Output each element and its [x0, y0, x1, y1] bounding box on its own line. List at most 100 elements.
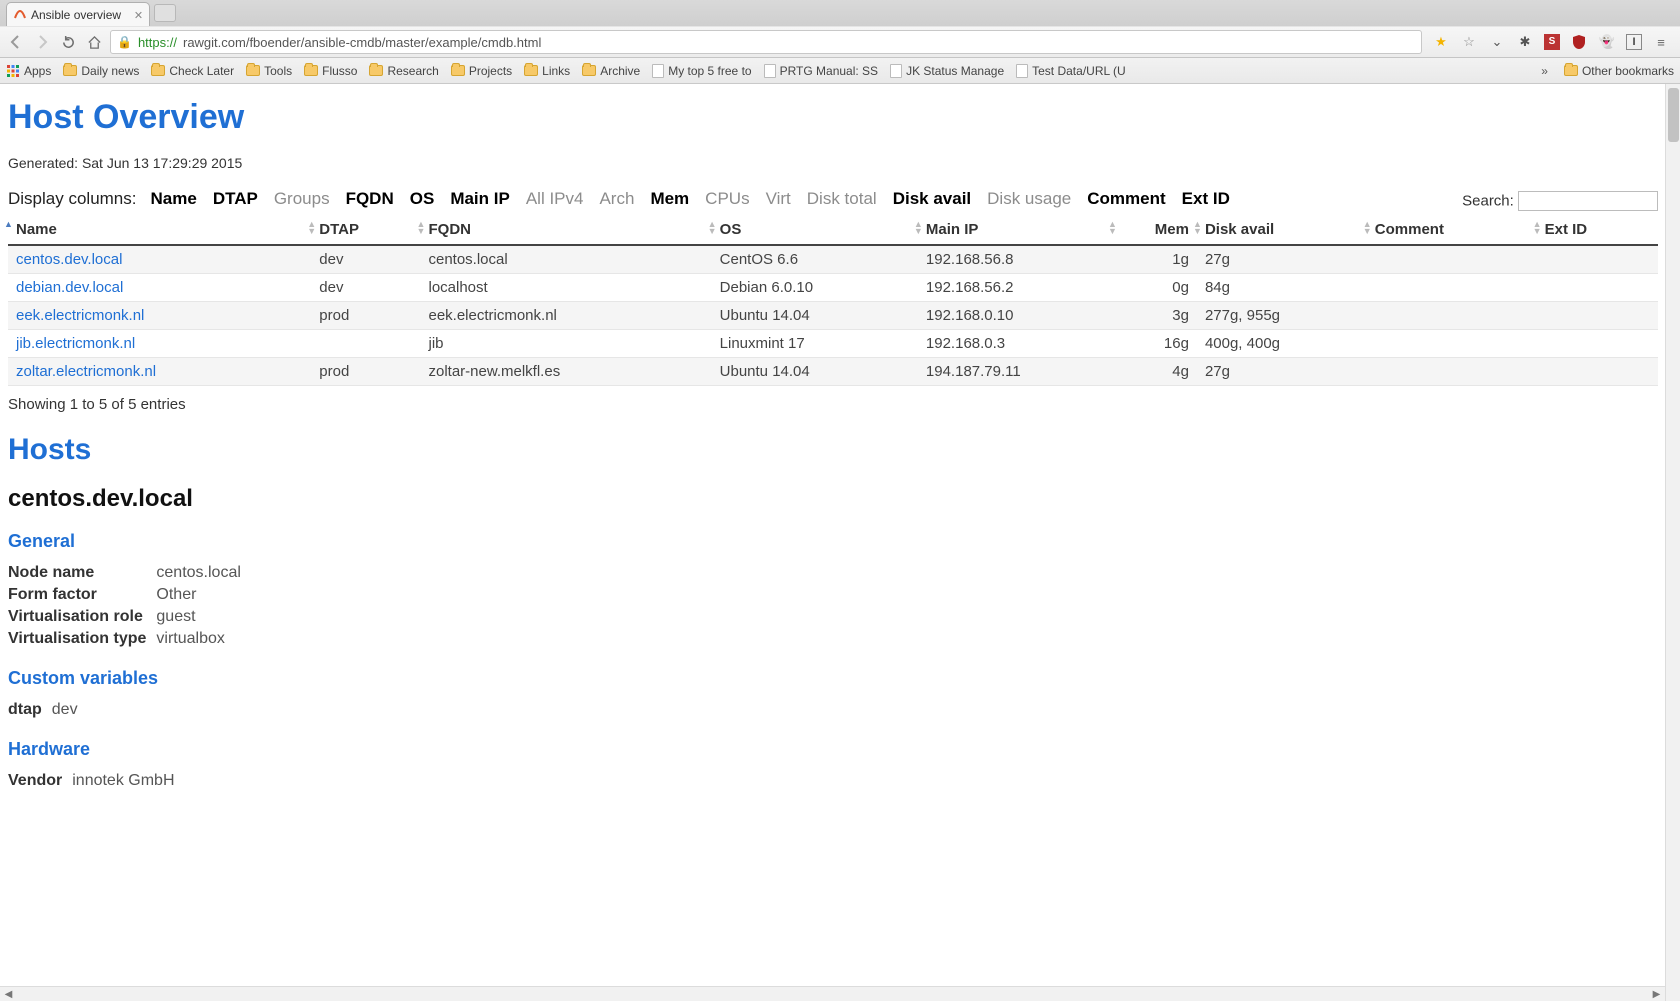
ext-bookmark-icon[interactable]: ☆	[1460, 33, 1478, 51]
ext-identity-icon[interactable]: I	[1626, 34, 1642, 50]
bookmark-item[interactable]: JK Status Manage	[890, 64, 1004, 78]
vertical-scrollbar-thumb[interactable]	[1668, 88, 1679, 142]
ext-settings-icon[interactable]: ✱	[1516, 33, 1534, 51]
th-mainip-label: Main IP	[926, 221, 979, 238]
th-mem[interactable]: ▲▼Mem	[1112, 215, 1197, 245]
kv-key: Form factor	[8, 584, 156, 606]
column-toggle-mainip[interactable]: Main IP	[450, 189, 510, 209]
address-bar[interactable]: 🔒 https://rawgit.com/fboender/ansible-cm…	[110, 30, 1422, 54]
column-toggle-arch[interactable]: Arch	[599, 189, 634, 209]
bookmark-label: Check Later	[169, 64, 234, 78]
search-input[interactable]	[1518, 191, 1658, 211]
folder-icon	[151, 65, 165, 76]
table-row: jib.electricmonk.nljibLinuxmint 17192.16…	[8, 330, 1658, 358]
cell-diskavail: 277g, 955g	[1197, 302, 1367, 330]
home-button[interactable]	[84, 32, 104, 52]
table-entries-info: Showing 1 to 5 of 5 entries	[8, 396, 1658, 413]
other-bookmarks-label: Other bookmarks	[1582, 64, 1674, 78]
hscroll-right-icon[interactable]: ▶	[1650, 988, 1663, 1001]
th-fqdn[interactable]: ▲▼FQDN	[420, 215, 711, 245]
ext-scriptsafe-icon[interactable]: S	[1544, 34, 1560, 50]
column-toggle-diskusage[interactable]: Disk usage	[987, 189, 1071, 209]
tab-favicon-icon	[13, 8, 27, 22]
table-row: debian.dev.localdevlocalhostDebian 6.0.1…	[8, 274, 1658, 302]
th-mainip[interactable]: ▲▼Main IP	[918, 215, 1112, 245]
bookmark-item[interactable]: Research	[369, 64, 438, 78]
column-toggle-comment[interactable]: Comment	[1087, 189, 1165, 209]
apps-button[interactable]: Apps	[6, 64, 51, 78]
horizontal-scrollbar[interactable]: ◀ ▶	[0, 986, 1665, 1001]
th-diskavail[interactable]: ▲▼Disk avail	[1197, 215, 1367, 245]
th-extid[interactable]: ▲▼Ext ID	[1537, 215, 1658, 245]
bookmark-label: Links	[542, 64, 570, 78]
chrome-menu-icon[interactable]: ≡	[1652, 33, 1670, 51]
kv-row: Form factorOther	[8, 584, 247, 606]
host-link[interactable]: jib.electricmonk.nl	[16, 335, 135, 352]
ext-pocket-icon[interactable]: ⌄	[1488, 33, 1506, 51]
reload-button[interactable]	[58, 32, 78, 52]
host-detail-title: centos.dev.local	[8, 485, 1672, 513]
cell-diskavail: 27g	[1197, 358, 1367, 386]
bookmark-item[interactable]: Archive	[582, 64, 640, 78]
cell-name: zoltar.electricmonk.nl	[8, 358, 311, 386]
bookmark-item[interactable]: Flusso	[304, 64, 357, 78]
hscroll-left-icon[interactable]: ◀	[2, 988, 15, 1001]
column-toggle-allipv4[interactable]: All IPv4	[526, 189, 584, 209]
cell-name: debian.dev.local	[8, 274, 311, 302]
column-toggle-dtap[interactable]: DTAP	[213, 189, 258, 209]
cell-os: CentOS 6.6	[712, 245, 918, 274]
page-icon	[764, 64, 776, 78]
bookmark-item[interactable]: Test Data/URL (U	[1016, 64, 1126, 78]
tab-close-icon[interactable]: ✕	[134, 9, 143, 22]
column-toggle-virt[interactable]: Virt	[766, 189, 791, 209]
column-toggle-name[interactable]: Name	[151, 189, 197, 209]
kv-key: Virtualisation type	[8, 628, 156, 650]
kv-key: Virtualisation role	[8, 606, 156, 628]
cell-mainip: 192.168.0.3	[918, 330, 1112, 358]
bookmark-item[interactable]: Tools	[246, 64, 292, 78]
column-toggle-diskavail[interactable]: Disk avail	[893, 189, 971, 209]
other-bookmarks[interactable]: Other bookmarks	[1564, 64, 1674, 78]
bookmarks-bar: Apps Daily news Check Later Tools Flusso Res…	[0, 58, 1680, 84]
column-toggle-os[interactable]: OS	[410, 189, 435, 209]
apps-label: Apps	[24, 64, 51, 78]
back-button[interactable]	[6, 32, 26, 52]
column-toggle-extid[interactable]: Ext ID	[1182, 189, 1230, 209]
kv-key: Vendor	[8, 770, 72, 792]
kv-row: Vendorinnotek GmbH	[8, 770, 181, 792]
column-toggle-disktotal[interactable]: Disk total	[807, 189, 877, 209]
bookmark-item[interactable]: Links	[524, 64, 570, 78]
th-os[interactable]: ▲▼OS	[712, 215, 918, 245]
ext-ublock-icon[interactable]	[1570, 33, 1588, 51]
th-name[interactable]: ▲Name	[8, 215, 311, 245]
bookmark-item[interactable]: Check Later	[151, 64, 234, 78]
apps-grid-icon	[6, 64, 20, 78]
th-dtap[interactable]: ▲▼DTAP	[311, 215, 420, 245]
kv-row: Node namecentos.local	[8, 562, 247, 584]
host-link[interactable]: centos.dev.local	[16, 251, 122, 268]
column-toggle-cpus[interactable]: CPUs	[705, 189, 749, 209]
browser-tab[interactable]: Ansible overview ✕	[6, 2, 150, 26]
host-link[interactable]: debian.dev.local	[16, 279, 123, 296]
th-comment[interactable]: ▲▼Comment	[1367, 215, 1537, 245]
ext-ghost-icon[interactable]: 👻	[1598, 33, 1616, 51]
column-toggle-fqdn[interactable]: FQDN	[346, 189, 394, 209]
host-link[interactable]: eek.electricmonk.nl	[16, 307, 144, 324]
column-toggle-mem[interactable]: Mem	[650, 189, 689, 209]
folder-icon	[63, 65, 77, 76]
folder-icon	[524, 65, 538, 76]
column-toggle-groups[interactable]: Groups	[274, 189, 330, 209]
search-label: Search:	[1462, 193, 1514, 210]
ext-star-icon[interactable]: ★	[1432, 33, 1450, 51]
bookmark-item[interactable]: Projects	[451, 64, 512, 78]
bookmark-item[interactable]: PRTG Manual: SS	[764, 64, 878, 78]
vertical-scrollbar[interactable]	[1665, 84, 1680, 1001]
cell-mem: 3g	[1112, 302, 1197, 330]
kv-key: dtap	[8, 699, 52, 721]
bookmark-item[interactable]: My top 5 free to	[652, 64, 751, 78]
forward-button[interactable]	[32, 32, 52, 52]
bookmark-item[interactable]: Daily news	[63, 64, 139, 78]
new-tab-button[interactable]	[154, 4, 176, 22]
host-link[interactable]: zoltar.electricmonk.nl	[16, 363, 156, 380]
bookmarks-overflow[interactable]: »	[1537, 64, 1552, 78]
